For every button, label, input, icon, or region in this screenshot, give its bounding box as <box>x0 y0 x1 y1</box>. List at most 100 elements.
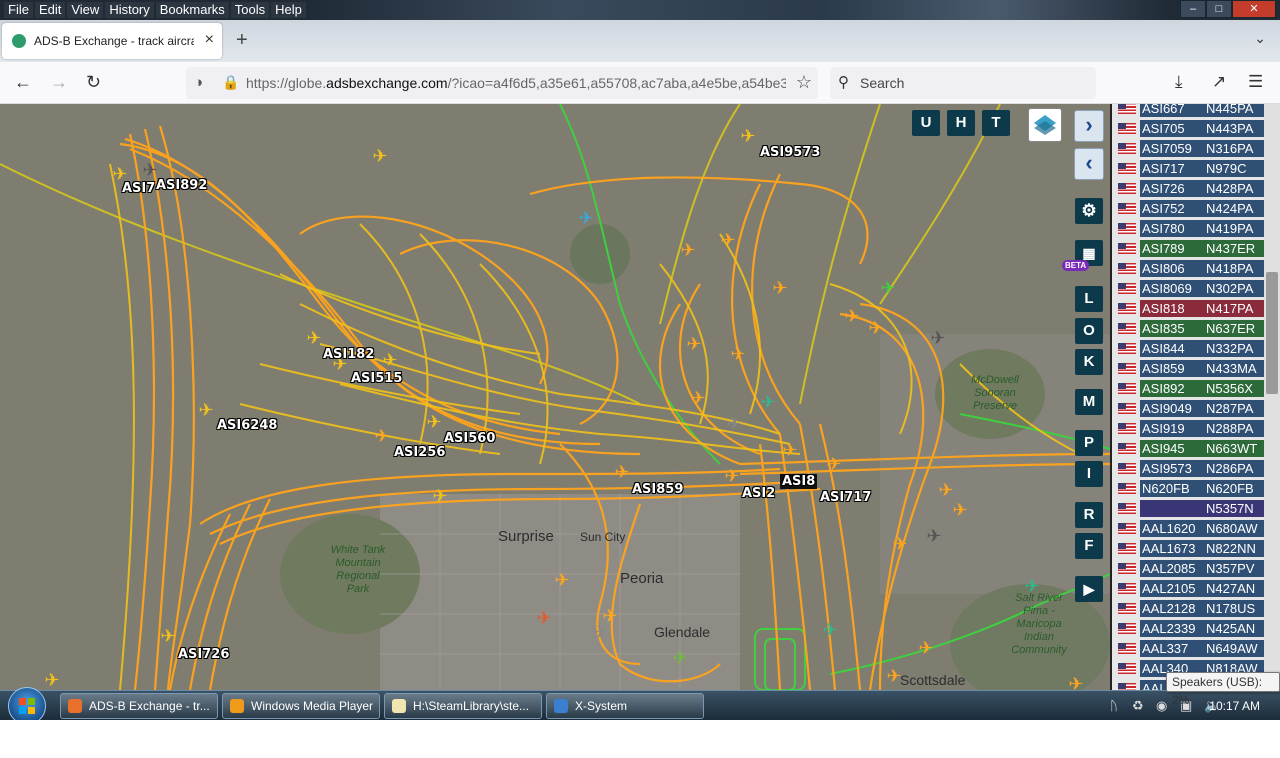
table-row[interactable]: AAL1620 N680AW <box>1112 518 1264 538</box>
aircraft-label[interactable]: ASI726 <box>178 647 229 662</box>
map-button-m[interactable]: M <box>1075 389 1103 415</box>
table-row[interactable]: ASI717 N979C <box>1112 158 1264 178</box>
aircraft-label[interactable]: ASI717 <box>820 490 871 505</box>
table-row[interactable]: ASI726 N428PA <box>1112 178 1264 198</box>
table-row[interactable]: AAL1673 N822NN <box>1112 538 1264 558</box>
svg-text:✈: ✈ <box>536 608 551 629</box>
close-window-button[interactable]: ✕ <box>1232 0 1276 18</box>
table-row[interactable]: ASI705 N443PA <box>1112 118 1264 138</box>
table-row[interactable]: ASI667 N445PA <box>1112 104 1264 118</box>
us-flag-icon <box>1118 443 1136 454</box>
taskbar-item[interactable]: ADS-B Exchange - tr... <box>60 693 218 719</box>
clock[interactable]: 10:17 AM <box>1209 699 1260 713</box>
map-button-h[interactable]: H <box>947 110 975 136</box>
map-button-k[interactable]: K <box>1075 349 1103 375</box>
bluetooth-icon[interactable]: ᚢ <box>1110 698 1118 713</box>
scrollbar-thumb[interactable] <box>1266 272 1278 394</box>
aircraft-table-scrollbar[interactable] <box>1264 104 1280 690</box>
table-row[interactable]: AAL2085 N357PV <box>1112 558 1264 578</box>
taskbar-item[interactable]: H:\SteamLibrary\ste... <box>384 693 542 719</box>
minimize-button[interactable]: – <box>1180 0 1206 18</box>
menu-edit[interactable]: Edit <box>34 2 66 18</box>
aircraft-label[interactable]: ASI560 <box>444 431 495 446</box>
table-row[interactable]: ASI892 N5356X <box>1112 378 1264 398</box>
place-sun-city: Sun City <box>580 530 626 544</box>
aircraft-label[interactable]: ASI6248 <box>217 418 277 433</box>
table-row[interactable]: AAL2339 N425AN <box>1112 618 1264 638</box>
map-button-r[interactable]: R <box>1075 502 1103 528</box>
back-arrow-icon[interactable]: ← <box>14 72 32 93</box>
table-row[interactable]: ASI818 N417PA <box>1112 298 1264 318</box>
table-row[interactable]: N5357N <box>1112 498 1264 518</box>
table-row[interactable]: AAL2105 N427AN <box>1112 578 1264 598</box>
aircraft-table[interactable]: ASI667 N445PA ASI705 N443PA ASI7059 N316PA ASI… <box>1110 104 1280 690</box>
url-text[interactable]: https://globe.adsbexchange.com/?icao=a4f… <box>246 75 786 91</box>
tab-close-icon[interactable]: × <box>205 31 214 49</box>
aircraft-label[interactable]: ASI8 <box>780 474 818 489</box>
table-row[interactable]: ASI789 N437ER <box>1112 238 1264 258</box>
layers-icon[interactable] <box>1028 108 1062 142</box>
aircraft-label[interactable]: ASI2 <box>742 486 775 501</box>
registration-cell: N332PA <box>1204 340 1264 357</box>
bookmark-star-icon[interactable]: ☆ <box>796 72 812 93</box>
settings-gear-icon[interactable]: ⚙ <box>1075 198 1103 224</box>
table-row[interactable]: ASI7059 N316PA <box>1112 138 1264 158</box>
search-bar[interactable]: ⚲ Search <box>830 67 1096 99</box>
menu-help[interactable]: Help <box>271 2 306 18</box>
hamburger-menu-icon[interactable]: ☰ <box>1248 72 1263 92</box>
maximize-button[interactable]: □ <box>1206 0 1232 18</box>
network-icon[interactable]: ♻ <box>1132 698 1144 714</box>
aircraft-label[interactable]: ASI515 <box>351 371 402 386</box>
menu-tools[interactable]: Tools <box>230 2 270 18</box>
start-button[interactable] <box>8 687 46 720</box>
table-row[interactable]: ASI844 N332PA <box>1112 338 1264 358</box>
table-row[interactable]: ASI806 N418PA <box>1112 258 1264 278</box>
table-row[interactable]: AAL337 N649AW <box>1112 638 1264 658</box>
table-row[interactable]: ASI8069 N302PA <box>1112 278 1264 298</box>
tracking-shield-icon[interactable]: ◑ <box>194 74 203 91</box>
menu-bookmarks[interactable]: Bookmarks <box>155 2 229 18</box>
steam-icon[interactable]: ◉ <box>1156 698 1167 714</box>
new-tab-button[interactable]: + <box>236 29 248 52</box>
map-button-l[interactable]: L <box>1075 286 1103 312</box>
table-row[interactable]: ASI919 N288PA <box>1112 418 1264 438</box>
aircraft-label[interactable]: ASI892 <box>156 178 207 193</box>
expand-right-arrow-icon[interactable]: › <box>1074 110 1104 142</box>
map-button-u[interactable]: U <box>912 110 940 136</box>
menu-view[interactable]: View <box>67 2 104 18</box>
aircraft-label[interactable]: ASI182 <box>323 347 374 362</box>
aircraft-label[interactable]: ASI9573 <box>760 145 820 160</box>
taskbar-item[interactable]: Windows Media Player <box>222 693 380 719</box>
aircraft-label[interactable]: ASI7 <box>122 181 155 196</box>
table-row[interactable]: ASI859 N433MA <box>1112 358 1264 378</box>
forward-arrow-icon[interactable]: → <box>50 72 68 93</box>
share-icon[interactable]: ↗ <box>1212 72 1226 92</box>
table-row[interactable]: ASI9573 N286PA <box>1112 458 1264 478</box>
table-row[interactable]: ASI9049 N287PA <box>1112 398 1264 418</box>
map-button-i[interactable]: I <box>1075 461 1103 487</box>
collapse-left-arrow-icon[interactable]: ‹ <box>1074 148 1104 180</box>
url-bar[interactable]: ◑ 🔒 https://globe.adsbexchange.com/?icao… <box>186 67 818 99</box>
table-row[interactable]: N620FB N620FB <box>1112 478 1264 498</box>
table-row[interactable]: ASI945 N663WT <box>1112 438 1264 458</box>
tab-adsb[interactable]: ADS-B Exchange - track aircraft × <box>2 23 222 59</box>
lock-icon[interactable]: 🔒 <box>222 74 239 91</box>
map-view[interactable]: ✈ ✈ ✈ ✈ ✈ ✈ ✈ ✈ ✈ ✈ ✈ ✈ ✈ ✈ ✈ ✈ ✈ ✈ ✈ ✈ <box>0 104 1110 690</box>
table-row[interactable]: ASI835 N637ER <box>1112 318 1264 338</box>
taskbar-item[interactable]: X-System <box>546 693 704 719</box>
aircraft-label[interactable]: ASI256 <box>394 445 445 460</box>
map-button-t[interactable]: T <box>982 110 1010 136</box>
aircraft-label[interactable]: ASI859 <box>632 482 683 497</box>
reload-icon[interactable]: ↻ <box>86 72 101 93</box>
map-button-o[interactable]: O <box>1075 318 1103 344</box>
map-button-p[interactable]: P <box>1075 430 1103 456</box>
table-row[interactable]: ASI780 N419PA <box>1112 218 1264 238</box>
map-button-f[interactable]: F <box>1075 533 1103 559</box>
list-tabs-chevron-icon[interactable]: ⌄ <box>1254 30 1266 47</box>
table-row[interactable]: ASI752 N424PA <box>1112 198 1264 218</box>
menu-file[interactable]: File <box>4 2 33 18</box>
menu-history[interactable]: History <box>105 2 154 18</box>
replay-play-icon[interactable]: ▶ <box>1075 576 1103 602</box>
downloads-icon[interactable]: ⤓ <box>1175 72 1183 92</box>
table-row[interactable]: AAL2128 N178US <box>1112 598 1264 618</box>
